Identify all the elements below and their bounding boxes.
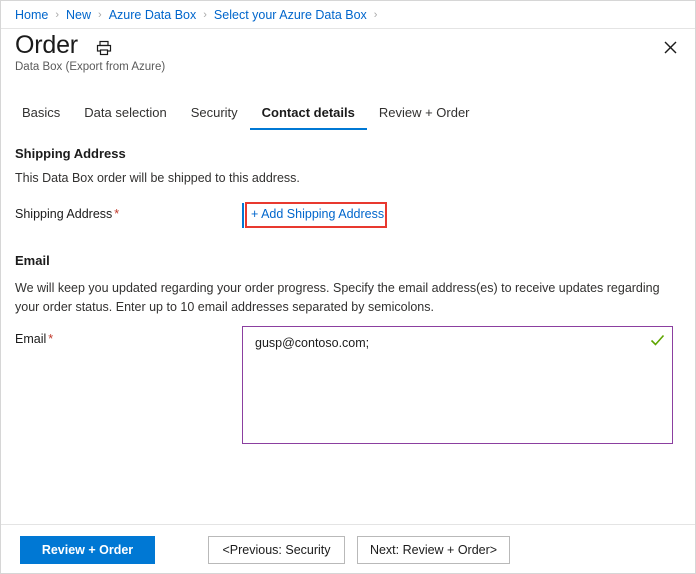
breadcrumb-separator-icon: › [373, 8, 378, 21]
breadcrumb-separator-icon: › [55, 8, 60, 21]
tab-contact-details[interactable]: Contact details [249, 105, 367, 130]
tab-security[interactable]: Security [179, 105, 250, 130]
tab-data-selection[interactable]: Data selection [72, 105, 178, 130]
required-marker: * [48, 332, 54, 346]
review-order-button[interactable]: Review + Order [20, 535, 155, 564]
tab-basics[interactable]: Basics [15, 105, 72, 130]
email-input-value: gusp@contoso.com; [255, 336, 370, 350]
checkmark-icon [650, 333, 665, 348]
email-description: We will keep you updated regarding your … [15, 281, 660, 314]
page-title-row: Order [15, 33, 113, 58]
shipping-address-heading: Shipping Address [15, 146, 126, 161]
footer-button-bar: Review + Order <Previous: Security Next:… [1, 525, 695, 573]
breadcrumb-item-new[interactable]: New [66, 8, 91, 22]
page-title: Order [15, 31, 78, 59]
field-accent-bar [242, 203, 244, 228]
email-heading: Email [15, 253, 50, 268]
breadcrumb-separator-icon: › [98, 8, 102, 21]
shipping-address-label: Shipping Address * [15, 207, 119, 221]
tab-review-order[interactable]: Review + Order [367, 105, 482, 130]
breadcrumb-separator-icon: › [203, 8, 207, 21]
azure-order-blade: Home › New › Azure Data Box › Select you… [0, 0, 696, 574]
tab-bar: Basics Data selection Security Contact d… [15, 105, 482, 130]
close-icon[interactable] [657, 34, 683, 60]
print-icon[interactable] [95, 39, 113, 57]
email-label: Email * [15, 332, 53, 346]
breadcrumb-item-select-your-azure-data-box[interactable]: Select your Azure Data Box [214, 8, 367, 22]
breadcrumb: Home › New › Azure Data Box › Select you… [1, 1, 695, 29]
email-label-text: Email [15, 332, 47, 346]
shipping-address-label-text: Shipping Address [15, 207, 113, 221]
page-subtitle: Data Box (Export from Azure) [15, 61, 166, 73]
next-review-order-button[interactable]: Next: Review + Order> [357, 535, 510, 564]
breadcrumb-item-home[interactable]: Home [15, 8, 48, 22]
email-input[interactable]: gusp@contoso.com; [242, 326, 673, 444]
previous-security-button[interactable]: <Previous: Security [208, 535, 345, 564]
required-marker: * [114, 207, 120, 221]
breadcrumb-item-azure-data-box[interactable]: Azure Data Box [109, 8, 197, 22]
add-shipping-address-link[interactable]: + Add Shipping Address [251, 207, 384, 221]
shipping-address-description: This Data Box order will be shipped to t… [15, 171, 300, 185]
